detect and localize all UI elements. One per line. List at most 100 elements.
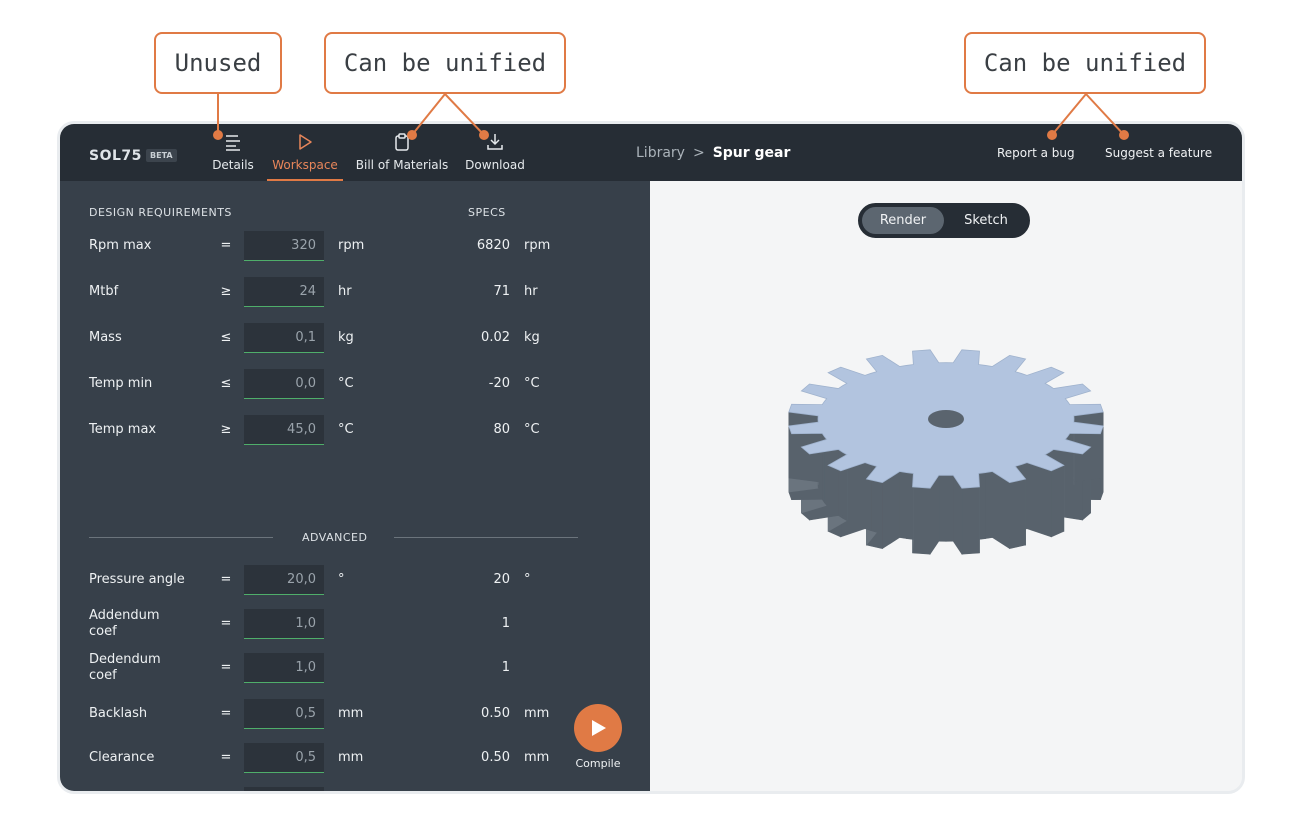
nav-download-label: Download bbox=[465, 158, 525, 172]
divider-right bbox=[394, 537, 578, 538]
requirement-input[interactable] bbox=[244, 565, 324, 595]
spec-value: 0.02 bbox=[481, 330, 510, 345]
breadcrumb-separator: > bbox=[692, 145, 705, 161]
advanced-row: Clearance = mm 0.50 mm bbox=[60, 743, 650, 773]
requirement-row: Rpm max = rpm 6820 rpm bbox=[60, 231, 650, 271]
spec-value: 20 bbox=[493, 572, 510, 587]
unit: mm bbox=[338, 750, 364, 765]
viewer-panel: Render Sketch bbox=[650, 181, 1242, 791]
compile-label: Compile bbox=[575, 757, 621, 770]
operator: = bbox=[220, 238, 232, 253]
nav-bom-label: Bill of Materials bbox=[355, 158, 449, 172]
requirement-label: Dedendum coef bbox=[89, 652, 161, 683]
operator: ≥ bbox=[220, 284, 232, 299]
brand-logo[interactable]: SOL75 bbox=[89, 148, 142, 164]
download-icon bbox=[487, 134, 503, 150]
unit: °C bbox=[338, 376, 354, 391]
spec-value: 6820 bbox=[476, 238, 510, 253]
gear-bore bbox=[928, 410, 964, 428]
spec-value: 0.50 bbox=[481, 706, 510, 721]
advanced-row: Dedendum coef = 1 bbox=[60, 652, 650, 693]
requirements-panel: DESIGN REQUIREMENTS SPECS Rpm max = rpm … bbox=[60, 181, 650, 791]
spec-unit: °C bbox=[524, 422, 540, 437]
clipboard-icon bbox=[395, 133, 409, 151]
requirement-label: Mtbf bbox=[89, 284, 119, 299]
spec-unit: kg bbox=[524, 330, 540, 345]
gear-body bbox=[788, 349, 1104, 556]
operator: = bbox=[220, 750, 232, 765]
unit: kg bbox=[338, 330, 354, 345]
spec-value: 1 bbox=[501, 616, 510, 631]
requirement-row: Temp max ≥ °C 80 °C bbox=[60, 415, 650, 455]
compile-button[interactable] bbox=[574, 704, 622, 752]
unit: hr bbox=[338, 284, 352, 299]
nav-workspace-label: Workspace bbox=[272, 158, 338, 172]
nav-workspace[interactable]: Workspace bbox=[267, 132, 343, 181]
advanced-row: Backlash = mm 0.50 mm bbox=[60, 699, 650, 739]
operator: ≥ bbox=[220, 422, 232, 437]
requirement-row: Mass ≤ kg 0.02 kg bbox=[60, 323, 650, 363]
divider-left bbox=[89, 537, 273, 538]
requirement-input[interactable] bbox=[244, 231, 324, 261]
requirement-label: Mass bbox=[89, 330, 122, 345]
operator: = bbox=[220, 616, 232, 631]
requirement-label: Temp min bbox=[89, 376, 153, 391]
breadcrumb-library[interactable]: Library bbox=[636, 145, 685, 161]
operator: ≤ bbox=[220, 376, 232, 391]
operator: ≤ bbox=[220, 330, 232, 345]
breadcrumb: Library > Spur gear bbox=[636, 145, 790, 161]
unit: mm bbox=[338, 706, 364, 721]
specs-header: SPECS bbox=[468, 206, 506, 219]
requirement-input[interactable] bbox=[244, 609, 324, 639]
requirement-input[interactable] bbox=[244, 415, 324, 445]
gear-3d-render[interactable] bbox=[650, 181, 1242, 791]
spec-unit: mm bbox=[524, 706, 550, 721]
operator: = bbox=[220, 660, 232, 675]
app-window: SOL75 BETA Details Workspace Bill of Mat… bbox=[60, 124, 1242, 791]
spec-value: 0.50 bbox=[481, 750, 510, 765]
requirement-input[interactable] bbox=[244, 277, 324, 307]
advanced-row: Inertia≤kg m^20.00kg m^2 bbox=[60, 787, 650, 791]
requirement-input[interactable] bbox=[244, 323, 324, 353]
spec-unit: mm bbox=[524, 750, 550, 765]
requirement-input[interactable] bbox=[244, 787, 324, 791]
advanced-row: Addendum coef = 1 bbox=[60, 608, 650, 649]
top-bar: SOL75 BETA Details Workspace Bill of Mat… bbox=[60, 124, 1242, 181]
annotation-can-be-unified-left: Can be unified bbox=[324, 32, 566, 94]
requirement-input[interactable] bbox=[244, 369, 324, 399]
requirement-row: Temp min ≤ °C -20 °C bbox=[60, 369, 650, 409]
advanced-header: ADVANCED bbox=[302, 531, 368, 544]
spec-value: 80 bbox=[493, 422, 510, 437]
beta-badge: BETA bbox=[146, 149, 177, 162]
play-icon bbox=[592, 720, 606, 736]
operator: = bbox=[220, 572, 232, 587]
advanced-row: Pressure angle = ° 20 ° bbox=[60, 565, 650, 605]
unit: °C bbox=[338, 422, 354, 437]
requirement-label: Pressure angle bbox=[89, 572, 185, 587]
suggest-feature-link[interactable]: Suggest a feature bbox=[1105, 146, 1212, 160]
spec-value: 71 bbox=[493, 284, 510, 299]
requirement-input[interactable] bbox=[244, 743, 324, 773]
annotation-can-be-unified-right: Can be unified bbox=[964, 32, 1206, 94]
requirement-input[interactable] bbox=[244, 653, 324, 683]
requirement-label: Addendum coef bbox=[89, 608, 160, 639]
requirement-row: Mtbf ≥ hr 71 hr bbox=[60, 277, 650, 317]
unit: ° bbox=[338, 572, 345, 587]
requirement-input[interactable] bbox=[244, 699, 324, 729]
report-bug-link[interactable]: Report a bug bbox=[997, 146, 1075, 160]
design-requirements-header: DESIGN REQUIREMENTS bbox=[89, 206, 232, 219]
nav-download[interactable]: Download bbox=[463, 132, 527, 181]
unit: rpm bbox=[338, 238, 365, 253]
list-icon bbox=[226, 135, 240, 151]
requirement-label: Clearance bbox=[89, 750, 155, 765]
breadcrumb-current: Spur gear bbox=[712, 145, 791, 161]
nav-details[interactable]: Details bbox=[208, 132, 258, 181]
spec-value: 1 bbox=[501, 660, 510, 675]
spec-unit: ° bbox=[524, 572, 531, 587]
nav-bill-of-materials[interactable]: Bill of Materials bbox=[354, 132, 450, 181]
spec-value: -20 bbox=[488, 376, 510, 391]
spec-unit: °C bbox=[524, 376, 540, 391]
nav-details-label: Details bbox=[212, 158, 254, 172]
spec-unit: rpm bbox=[524, 238, 551, 253]
annotation-unused: Unused bbox=[154, 32, 282, 94]
